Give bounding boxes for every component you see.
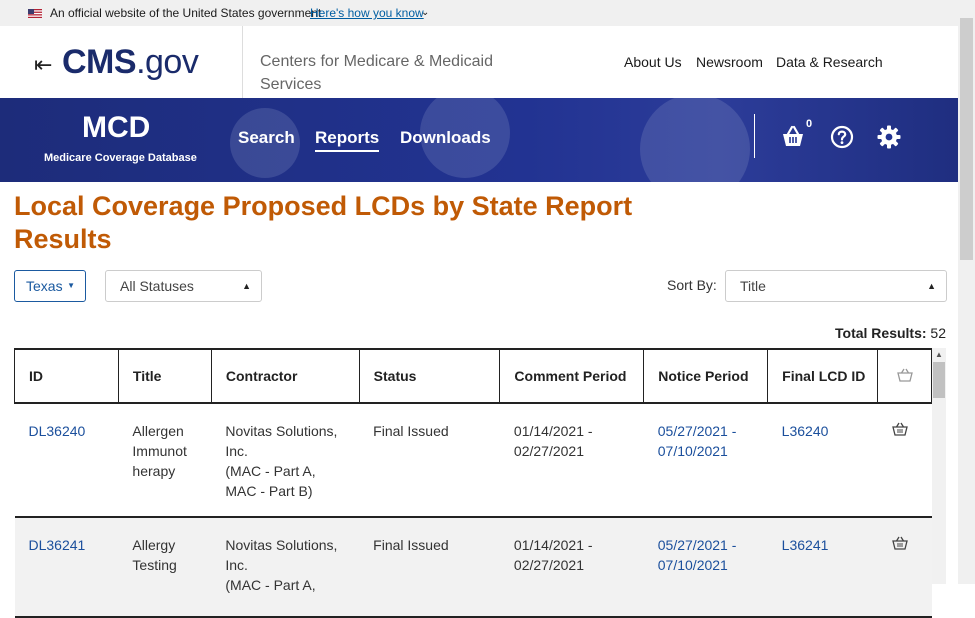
basket-icon[interactable]	[891, 422, 908, 436]
caret-down-icon: ▼	[67, 281, 75, 290]
nav-data-research[interactable]: Data & Research	[776, 54, 883, 70]
cms-logo[interactable]: CMS.gov	[62, 42, 199, 82]
row-title: Allergen Immunot herapy	[118, 403, 212, 518]
status-select[interactable]: All Statuses ▲	[105, 270, 262, 302]
col-basket	[877, 348, 932, 404]
select-arrows-icon: ▲	[927, 281, 936, 291]
row-notice-period[interactable]: 05/27/2021 -07/10/2021	[643, 517, 768, 618]
sort-select[interactable]: Title ▲	[725, 270, 947, 302]
row-contractor: Novitas Solutions, Inc. (MAC - Part A,	[211, 517, 360, 618]
col-notice-period[interactable]: Notice Period	[643, 348, 769, 404]
col-comment-period[interactable]: Comment Period	[499, 348, 645, 404]
total-results: Total Results: 52	[835, 325, 946, 341]
window-scrollbar[interactable]	[958, 0, 975, 584]
mcd-logo-subtitle: Medicare Coverage Database	[44, 152, 197, 164]
mcd-nav-band: MCD Medicare Coverage Database Search Re…	[0, 98, 958, 182]
back-arrow-icon[interactable]: ⇤	[34, 54, 52, 76]
col-status[interactable]: Status	[358, 348, 501, 404]
scroll-up-icon[interactable]: ▲	[932, 348, 946, 362]
row-title: Allergy Testing	[118, 517, 212, 618]
row-id-link[interactable]: DL36241	[29, 537, 86, 553]
select-arrows-icon: ▲	[242, 281, 251, 291]
row-comment-period: 01/14/2021 -02/27/2021	[499, 517, 644, 618]
row-status: Final Issued	[359, 403, 500, 518]
nav-newsroom[interactable]: Newsroom	[696, 54, 763, 70]
cart-count-badge: 0	[806, 118, 813, 130]
nav-divider	[754, 114, 755, 158]
sort-by-label: Sort By:	[667, 277, 717, 293]
help-icon[interactable]	[829, 124, 855, 150]
basket-icon[interactable]	[891, 536, 908, 550]
add-to-basket-button[interactable]	[877, 403, 932, 518]
col-final-lcd-id[interactable]: Final LCD ID	[767, 348, 879, 404]
table-row: DL36240 Allergen Immunot herapy Novitas So…	[14, 403, 932, 518]
gov-banner-text: An official website of the United States…	[50, 6, 322, 20]
background-photo	[640, 98, 750, 182]
gear-icon[interactable]	[876, 124, 902, 150]
table-header-row: ID Title Contractor Status Comment Perio…	[14, 348, 932, 404]
table-scrollbar-thumb[interactable]	[933, 362, 945, 398]
table-row: DL36241 Allergy Testing Novitas Solutions…	[14, 517, 932, 618]
chevron-down-icon[interactable]: ⌄	[421, 0, 429, 26]
row-status: Final Issued	[359, 517, 500, 618]
row-notice-period[interactable]: 05/27/2021 -07/10/2021	[643, 403, 768, 518]
basket-icon[interactable]	[780, 124, 806, 150]
header-tagline: Centers for Medicare & Medicaid Services	[260, 53, 493, 93]
results-table: ID Title Contractor Status Comment Perio…	[14, 348, 932, 618]
us-flag-icon	[28, 9, 42, 18]
basket-icon	[896, 368, 913, 382]
mcd-logo-title[interactable]: MCD	[82, 112, 150, 144]
page-title: Local Coverage Proposed LCDs by State Re…	[14, 191, 633, 254]
gov-banner-link[interactable]: Here's how you know	[310, 0, 424, 26]
row-comment-period: 01/14/2021 -02/27/2021	[499, 403, 644, 518]
col-contractor[interactable]: Contractor	[210, 348, 360, 404]
header-divider	[242, 26, 243, 98]
row-final-lcd-link[interactable]: L36241	[782, 537, 829, 553]
row-final-lcd-link[interactable]: L36240	[782, 423, 829, 439]
gov-banner: An official website of the United States…	[0, 0, 958, 26]
site-header: ⇤ CMS.gov Centers for Medicare & Medicai…	[0, 26, 958, 98]
nav-about-us[interactable]: About Us	[624, 54, 682, 70]
nav-search[interactable]: Search	[238, 128, 295, 148]
nav-reports[interactable]: Reports	[315, 128, 380, 152]
window-scrollbar-thumb[interactable]	[960, 18, 973, 260]
row-contractor: Novitas Solutions, Inc. (MAC - Part A, MAC …	[211, 403, 360, 518]
state-dropdown[interactable]: Texas ▼	[14, 270, 86, 302]
col-title[interactable]: Title	[117, 348, 212, 404]
add-to-basket-button[interactable]	[877, 517, 932, 618]
nav-downloads[interactable]: Downloads	[400, 128, 491, 148]
col-id[interactable]: ID	[14, 348, 119, 404]
row-id-link[interactable]: DL36240	[29, 423, 86, 439]
